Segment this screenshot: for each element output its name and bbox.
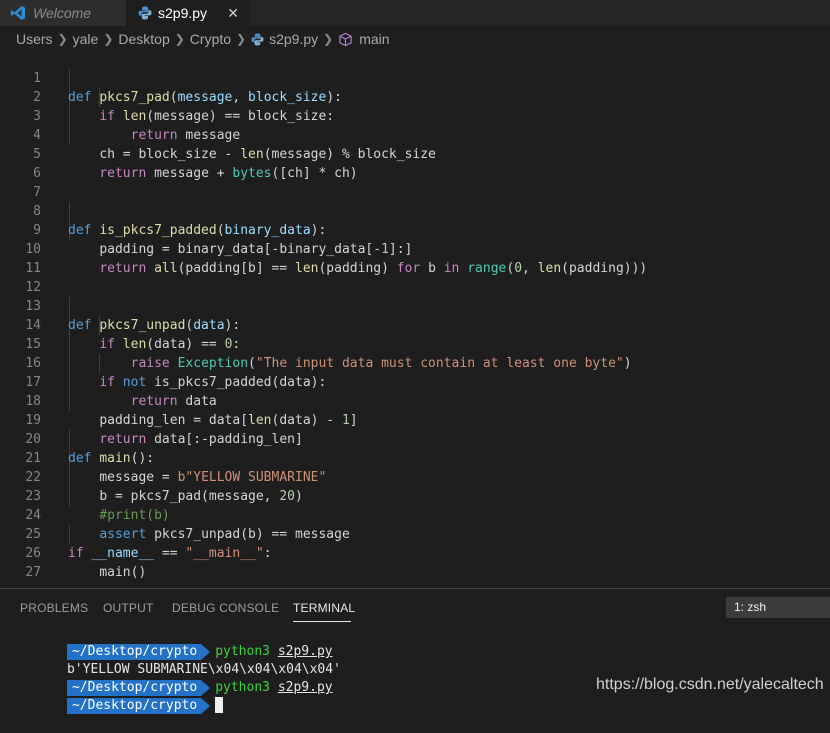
cube-symbol-icon — [339, 32, 352, 46]
code-line-15: 15 raise Exception("The input data must … — [0, 316, 830, 371]
code-line-21: 21 message = b"YELLOW SUBMARINE" — [0, 430, 830, 485]
vscode-icon — [10, 6, 25, 20]
terminal-cursor — [215, 697, 224, 713]
terminal-line: ~/Desktop/crypto python3 s2p9.py — [20, 625, 333, 660]
python-file-icon — [138, 6, 152, 20]
code-line-5: 5 return message + bytes([ch] * ch) — [0, 126, 830, 181]
tab-debug-console[interactable]: DEBUG CONSOLE — [172, 601, 279, 615]
command: python3 — [215, 680, 270, 695]
breadcrumb-crypto[interactable]: Crypto — [190, 31, 231, 47]
breadcrumb-file[interactable]: s2p9.py — [269, 31, 318, 47]
active-tab-indicator — [293, 621, 351, 622]
code-editor[interactable]: 1 def pkcs7_pad(message, block_size): 2 … — [0, 50, 830, 580]
code-line-20: 20 def main(): — [0, 411, 830, 466]
code-line-17: 17 return data — [0, 354, 830, 409]
breadcrumb-users[interactable]: Users — [16, 31, 53, 47]
terminal-select[interactable]: 1: zsh — [726, 597, 830, 618]
breadcrumb-desktop[interactable]: Desktop — [118, 31, 169, 47]
tab-welcome-label: Welcome — [33, 5, 92, 21]
watermark: https://blog.csdn.net/yalecaltech — [596, 676, 824, 693]
code-line-24: 24 assert pkcs7_unpad(b) == message — [0, 487, 830, 542]
code-line-16: 16 if not is_pkcs7_padded(data): — [0, 335, 830, 390]
code-line-13: 13 def pkcs7_unpad(data): — [0, 278, 830, 333]
tab-welcome[interactable]: Welcome — [0, 0, 126, 26]
chevron-right-icon: ❯ — [103, 32, 114, 46]
chevron-right-icon: ❯ — [174, 32, 185, 46]
code-line-25: 25 if __name__ == "__main__": — [0, 506, 830, 561]
code-line-6: 6 — [0, 145, 830, 181]
tab-problems[interactable]: PROBLEMS — [20, 601, 88, 615]
editor-tab-bar: Welcome s2p9.py ✕ — [0, 0, 830, 26]
line-number: 27 — [25, 565, 41, 580]
chevron-right-icon: ❯ — [236, 32, 247, 46]
python-file-icon — [251, 32, 264, 46]
code-line-22: 22 b = pkcs7_pad(message, 20) — [0, 449, 830, 504]
code-line-7: 7 — [0, 164, 830, 200]
command-arg[interactable]: s2p9.py — [278, 680, 333, 695]
breadcrumb: Users ❯ yale ❯ Desktop ❯ Crypto ❯ s2p9.p… — [16, 29, 390, 49]
code-line-4: 4 ch = block_size - len(message) % block… — [0, 107, 830, 162]
tab-s2p9-py[interactable]: s2p9.py ✕ — [126, 0, 249, 26]
chevron-right-icon: ❯ — [323, 32, 334, 46]
code-line-1: 1 def pkcs7_pad(message, block_size): — [0, 50, 830, 105]
terminal-line: ~/Desktop/crypto — [20, 679, 224, 714]
code-line-19: 19 return data[:-padding_len] — [0, 392, 830, 447]
tab-terminal[interactable]: TERMINAL — [293, 601, 355, 615]
code-line-8: 8 def is_pkcs7_padded(binary_data): — [0, 183, 830, 238]
code-line-12: 12 — [0, 259, 830, 295]
terminal-line: ~/Desktop/crypto python3 s2p9.py — [20, 661, 333, 696]
code-line-10: 10 return all(padding[b] == len(padding)… — [0, 221, 830, 276]
terminal-line: b'YELLOW SUBMARINE\x04\x04\x04\x04' — [20, 643, 341, 677]
tab-output[interactable]: OUTPUT — [103, 601, 154, 615]
code-line-2: 2 if len(message) == block_size: — [0, 69, 830, 124]
code-line-27: 27 — [0, 544, 830, 580]
code-line-26: 26 main() — [0, 525, 830, 580]
chevron-right-icon: ❯ — [57, 32, 68, 46]
breadcrumb-yale[interactable]: yale — [73, 31, 99, 47]
code-line-3: 3 return message — [0, 88, 830, 143]
code-line-23: 23 #print(b) — [0, 468, 830, 523]
code-line-9: 9 padding = binary_data[-binary_data[-1]… — [0, 202, 830, 257]
prompt-segment: ~/Desktop/crypto — [66, 698, 211, 714]
close-icon[interactable]: ✕ — [227, 5, 239, 22]
code-line-18: 18 padding_len = data[len(data) - 1] — [0, 373, 830, 428]
breadcrumb-main[interactable]: main — [359, 31, 389, 47]
code-line-14: 14 if len(data) == 0: — [0, 297, 830, 352]
code-line-11: 11 — [0, 240, 830, 276]
tab-s2p9-label: s2p9.py — [158, 5, 208, 21]
